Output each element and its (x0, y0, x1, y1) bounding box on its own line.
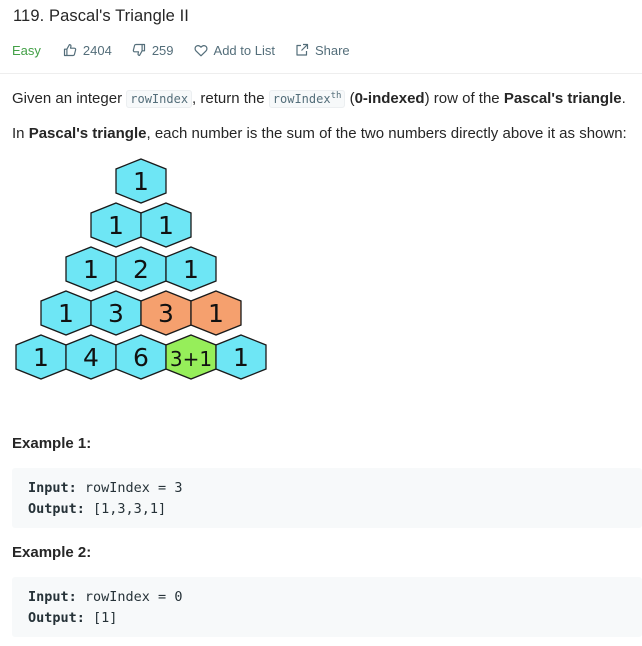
example-1-title: Example 1: (12, 435, 92, 452)
text-segment: . (621, 90, 626, 107)
text-segment: ) row of the (424, 90, 500, 107)
dislikes-count: 259 (151, 42, 174, 58)
inline-code-rowindex-th: rowIndexth (268, 90, 346, 108)
thumbs-down-icon (132, 43, 145, 56)
triangle-cell-value: 1 (233, 343, 249, 372)
share-icon (296, 43, 309, 56)
example-1-output: Output: [1,3,3,1] (28, 501, 166, 517)
example-2-output: Output: [1] (28, 610, 117, 626)
text-segment: , each number is the sum of the two numb… (146, 125, 627, 142)
triangle-cell-value: 2 (133, 255, 149, 284)
heart-icon (194, 44, 208, 56)
input-value: rowIndex = 3 (76, 480, 183, 496)
text-segment: Given an integer (12, 90, 123, 107)
bold-text: Pascal's triangle (503, 90, 622, 107)
input-label: Input: (28, 480, 77, 496)
example-2-title: Example 2: (12, 544, 92, 561)
add-to-list-button[interactable]: Add to List (194, 43, 275, 58)
description-paragraph-1: Given an integer rowIndex, return the ro… (12, 90, 626, 108)
triangle-cell-value: 1 (133, 167, 149, 196)
example-1-input: Input: rowIndex = 3 (28, 480, 182, 496)
triangle-cell-value: 1 (108, 211, 124, 240)
example-2-input: Input: rowIndex = 0 (28, 589, 182, 605)
share-button[interactable]: Share (295, 43, 350, 58)
dislike-button[interactable]: 259 (132, 43, 174, 58)
like-button[interactable]: 2404 (63, 43, 112, 58)
triangle-cell-value: 6 (133, 343, 149, 372)
triangle-cell-value: 1 (208, 299, 224, 328)
bold-text: Pascal's triangle (28, 125, 147, 142)
output-label: Output: (28, 610, 85, 626)
triangle-cell-value: 3 (158, 299, 174, 328)
input-label: Input: (28, 589, 77, 605)
inline-code-rowindex: rowIndex (126, 90, 193, 108)
triangle-cell-value: 3 (108, 299, 124, 328)
output-label: Output: (28, 501, 85, 517)
example-1-block: Input: rowIndex = 3 Output: [1,3,3,1] (12, 468, 642, 528)
thumbs-up-icon (63, 44, 77, 57)
triangle-cell-value: 1 (158, 211, 174, 240)
triangle-cell-value: 1 (58, 299, 74, 328)
input-value: rowIndex = 0 (76, 589, 183, 605)
add-to-list-label: Add to List (213, 42, 275, 58)
problem-title: 119. Pascal's Triangle II (13, 7, 189, 25)
example-2-block: Input: rowIndex = 0 Output: [1] (12, 577, 642, 637)
text-segment: , return the (192, 90, 265, 107)
triangle-cell-value: 1 (83, 255, 99, 284)
pascal-triangle-diagram: 11 11 2 11 3 3 11 4 6 3+1 1 (15, 158, 267, 380)
bold-text: 0-indexed (354, 90, 425, 107)
triangle-cell-value: 3+1 (170, 347, 212, 371)
description-paragraph-2: In Pascal's triangle, each number is the… (12, 125, 627, 142)
output-value: [1,3,3,1] (84, 501, 167, 517)
code-text: rowIndex (272, 92, 331, 106)
header-divider (0, 73, 642, 74)
triangle-cell-value: 4 (83, 343, 99, 372)
problem-meta-bar: Easy 2404 259 Add to List Share (12, 40, 370, 60)
difficulty-label: Easy (12, 42, 41, 58)
output-value: [1] (84, 610, 118, 626)
share-label: Share (314, 42, 350, 58)
triangle-cell-value: 1 (33, 343, 49, 372)
triangle-cell-value: 1 (183, 255, 199, 284)
text-segment: In (12, 125, 25, 142)
likes-count: 2404 (82, 42, 112, 58)
superscript: th (330, 91, 342, 101)
